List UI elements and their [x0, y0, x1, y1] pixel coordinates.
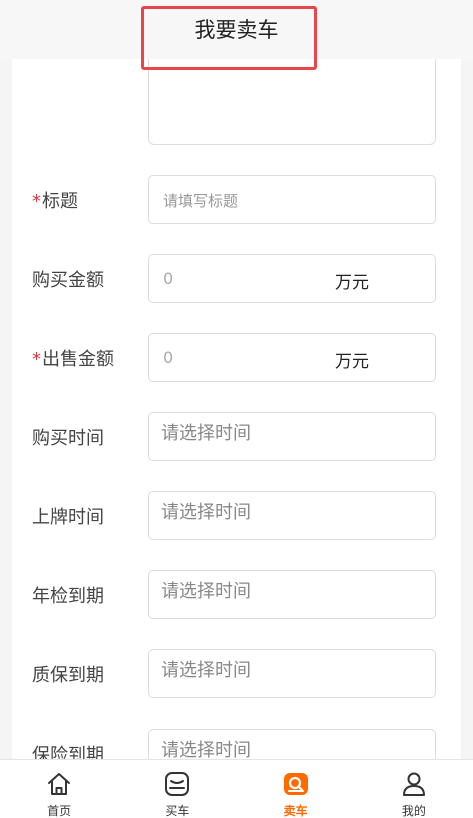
- form-row-inspection-due: 年检到期 请选择时间: [12, 570, 461, 620]
- purchase-amount-unit: 万元: [335, 273, 369, 293]
- form-row-purchase-time: 购买时间 请选择时间: [12, 412, 461, 462]
- tab-sell-car-label: 卖车: [283, 804, 308, 818]
- sell-car-form: *标题 请填写标题 购买金额 0 万元 *出售金额 0 万元 购买时间 请选择时…: [12, 59, 461, 759]
- required-mark: *: [32, 191, 41, 212]
- form-row-plate-time: 上牌时间 请选择时间: [12, 491, 461, 541]
- form-row-title: *标题 请填写标题: [12, 175, 461, 225]
- purchase-amount-input[interactable]: 0 万元: [148, 254, 436, 303]
- inspection-due-label: 年检到期: [32, 586, 104, 607]
- warranty-due-label: 质保到期: [32, 665, 104, 686]
- tab-home[interactable]: 首页: [0, 760, 118, 818]
- tab-mine[interactable]: 我的: [355, 760, 473, 818]
- purchase-time-label: 购买时间: [32, 428, 104, 449]
- description-textarea[interactable]: [148, 59, 436, 145]
- form-row-purchase-amount: 购买金额 0 万元: [12, 254, 461, 304]
- purchase-time-picker[interactable]: 请选择时间: [148, 412, 436, 461]
- tab-buy-car-label: 买车: [165, 804, 190, 818]
- car-front-icon: [165, 772, 190, 796]
- tab-sell-car[interactable]: 卖车: [237, 760, 355, 818]
- insurance-due-label: 保险到期: [32, 745, 104, 759]
- warranty-due-picker[interactable]: 请选择时间: [148, 649, 436, 698]
- inspection-due-placeholder: 请选择时间: [161, 581, 251, 602]
- tab-mine-label: 我的: [401, 804, 426, 818]
- warranty-due-placeholder: 请选择时间: [161, 660, 251, 681]
- purchase-amount-label: 购买金额: [32, 270, 104, 291]
- insurance-due-placeholder: 请选择时间: [161, 740, 251, 759]
- bottom-tab-bar: 首页 买车 卖车 我的: [0, 759, 473, 818]
- required-mark: *: [32, 349, 41, 370]
- tab-home-label: 首页: [47, 804, 72, 818]
- form-row-sale-amount: *出售金额 0 万元: [12, 333, 461, 383]
- title-placeholder: 请填写标题: [163, 192, 239, 210]
- sell-car-icon: [283, 773, 308, 795]
- purchase-time-placeholder: 请选择时间: [161, 423, 251, 444]
- purchase-amount-value: 0: [163, 269, 174, 288]
- title-highlight-box: [141, 6, 317, 70]
- form-row-insurance-due: 保险到期 请选择时间: [12, 729, 461, 759]
- insurance-due-picker[interactable]: 请选择时间: [148, 729, 436, 759]
- plate-time-placeholder: 请选择时间: [161, 502, 251, 523]
- tab-buy-car[interactable]: 买车: [118, 760, 236, 818]
- plate-time-label: 上牌时间: [32, 507, 104, 528]
- sale-amount-unit: 万元: [335, 352, 369, 372]
- form-row-warranty-due: 质保到期 请选择时间: [12, 649, 461, 699]
- sale-amount-label: *出售金额: [32, 349, 114, 370]
- sale-amount-input[interactable]: 0 万元: [148, 333, 436, 382]
- title-input[interactable]: 请填写标题: [148, 175, 436, 224]
- home-icon: [48, 773, 71, 795]
- user-icon: [402, 772, 425, 796]
- inspection-due-picker[interactable]: 请选择时间: [148, 570, 436, 619]
- sale-amount-value: 0: [163, 348, 174, 367]
- title-label: *标题: [32, 191, 78, 212]
- plate-time-picker[interactable]: 请选择时间: [148, 491, 436, 540]
